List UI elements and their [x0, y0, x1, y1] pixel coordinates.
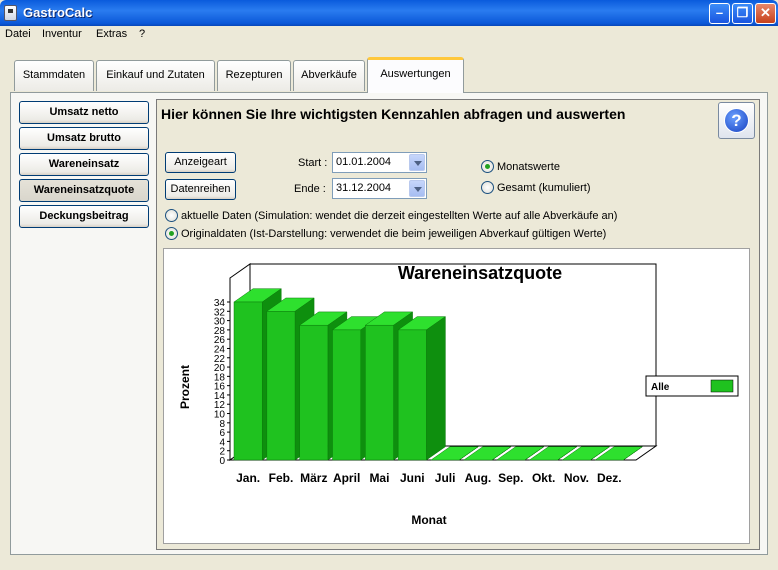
x-tick-label: Sep. — [498, 471, 523, 485]
start-label: Start : — [298, 157, 328, 169]
menu-help[interactable]: ? — [139, 28, 145, 40]
sidebar-item-umsatz-netto[interactable]: Umsatz netto — [19, 101, 149, 124]
datenreihen-button[interactable]: Datenreihen — [165, 179, 236, 200]
x-tick-label: Jan. — [236, 471, 260, 485]
anzeigeart-button[interactable]: Anzeigeart — [165, 152, 236, 173]
maximize-button[interactable]: ❐ — [732, 3, 753, 24]
x-tick-label: Okt. — [532, 471, 555, 485]
tab-rezepturen[interactable]: Rezepturen — [217, 60, 291, 91]
originaldaten-radio[interactable] — [165, 227, 178, 240]
y-axis-label: Prozent — [178, 365, 192, 409]
tab-einkauf-und-zutaten[interactable]: Einkauf und Zutaten — [96, 60, 215, 91]
monatswerte-label: Monatswerte — [497, 161, 560, 173]
sidebar-item-wareneinsatzquote[interactable]: Wareneinsatzquote — [19, 179, 149, 202]
end-date-value: 31.12.2004 — [336, 182, 392, 194]
minimize-button[interactable]: – — [709, 3, 730, 24]
sidebar-item-umsatz-brutto[interactable]: Umsatz brutto — [19, 127, 149, 150]
window-title: GastroCalc — [23, 5, 93, 20]
x-tick-label: Juli — [435, 471, 456, 485]
sidebar-item-deckungsbeitrag[interactable]: Deckungsbeitrag — [19, 205, 149, 228]
x-tick-label: Dez. — [597, 471, 622, 485]
ende-label: Ende : — [294, 183, 326, 195]
x-tick-label: Juni — [400, 471, 425, 485]
sidebar-item-wareneinsatz[interactable]: Wareneinsatz — [19, 153, 149, 176]
end-date-select[interactable]: 31.12.2004 — [332, 178, 427, 199]
y-tick-label: 34 — [214, 298, 226, 309]
start-date-value: 01.01.2004 — [336, 156, 392, 168]
help-icon: ? — [724, 108, 749, 133]
aktuelle-daten-label: aktuelle Daten (Simulation: wendet die d… — [181, 210, 618, 222]
gesamt-radio[interactable] — [481, 181, 494, 194]
bar-chart: 0246810121416182022242628303234Jan. Feb. M… — [178, 263, 739, 527]
tab-stammdaten[interactable]: Stammdaten — [14, 60, 94, 91]
close-button[interactable]: ✕ — [755, 3, 776, 24]
x-tick-label: Feb. — [269, 471, 294, 485]
bar-side — [426, 316, 446, 461]
bar — [397, 329, 427, 461]
bar — [365, 324, 394, 461]
legend-label: Alle — [651, 382, 670, 393]
title-bar: GastroCalc – ❐ ✕ — [0, 0, 778, 26]
x-tick-label: Mai — [369, 471, 389, 485]
monatswerte-radio[interactable] — [481, 160, 494, 173]
menu-bar: Datei Inventur Extras ? — [0, 26, 778, 44]
bar — [299, 324, 329, 461]
menu-extras[interactable]: Extras — [96, 28, 127, 40]
bar — [266, 311, 296, 461]
chevron-down-icon[interactable] — [409, 154, 425, 171]
legend-swatch — [710, 379, 734, 393]
x-tick-label: Nov. — [564, 471, 589, 485]
aktuelle-daten-radio[interactable] — [165, 209, 178, 222]
help-button[interactable]: ? — [718, 102, 755, 139]
bar — [332, 329, 361, 461]
chart-title: Wareneinsatzquote — [398, 263, 562, 283]
menu-datei[interactable]: Datei — [5, 28, 31, 40]
tab-auswertungen[interactable]: Auswertungen — [367, 57, 464, 93]
app-icon — [4, 5, 17, 21]
chevron-down-icon[interactable] — [409, 180, 425, 197]
chart-area: 0 2 4 6 8 10 12 14 16 18 20 22 24 26 28 30 32 34 Jan. Feb. M… — [163, 248, 750, 544]
gesamt-label: Gesamt (kumuliert) — [497, 182, 591, 194]
originaldaten-label: Originaldaten (Ist-Darstellung: verwende… — [181, 228, 607, 240]
page-title: Hier können Sie Ihre wichtigsten Kennzah… — [161, 106, 626, 122]
x-tick-label: März — [300, 471, 327, 485]
x-tick-label: April — [333, 471, 360, 485]
x-axis-label: Monat — [411, 513, 446, 527]
start-date-select[interactable]: 01.01.2004 — [332, 152, 427, 173]
x-tick-label: Aug. — [465, 471, 492, 485]
bar — [233, 301, 263, 461]
tab-abverkaeufe[interactable]: Abverkäufe — [293, 60, 365, 91]
menu-inventur[interactable]: Inventur — [42, 28, 82, 40]
